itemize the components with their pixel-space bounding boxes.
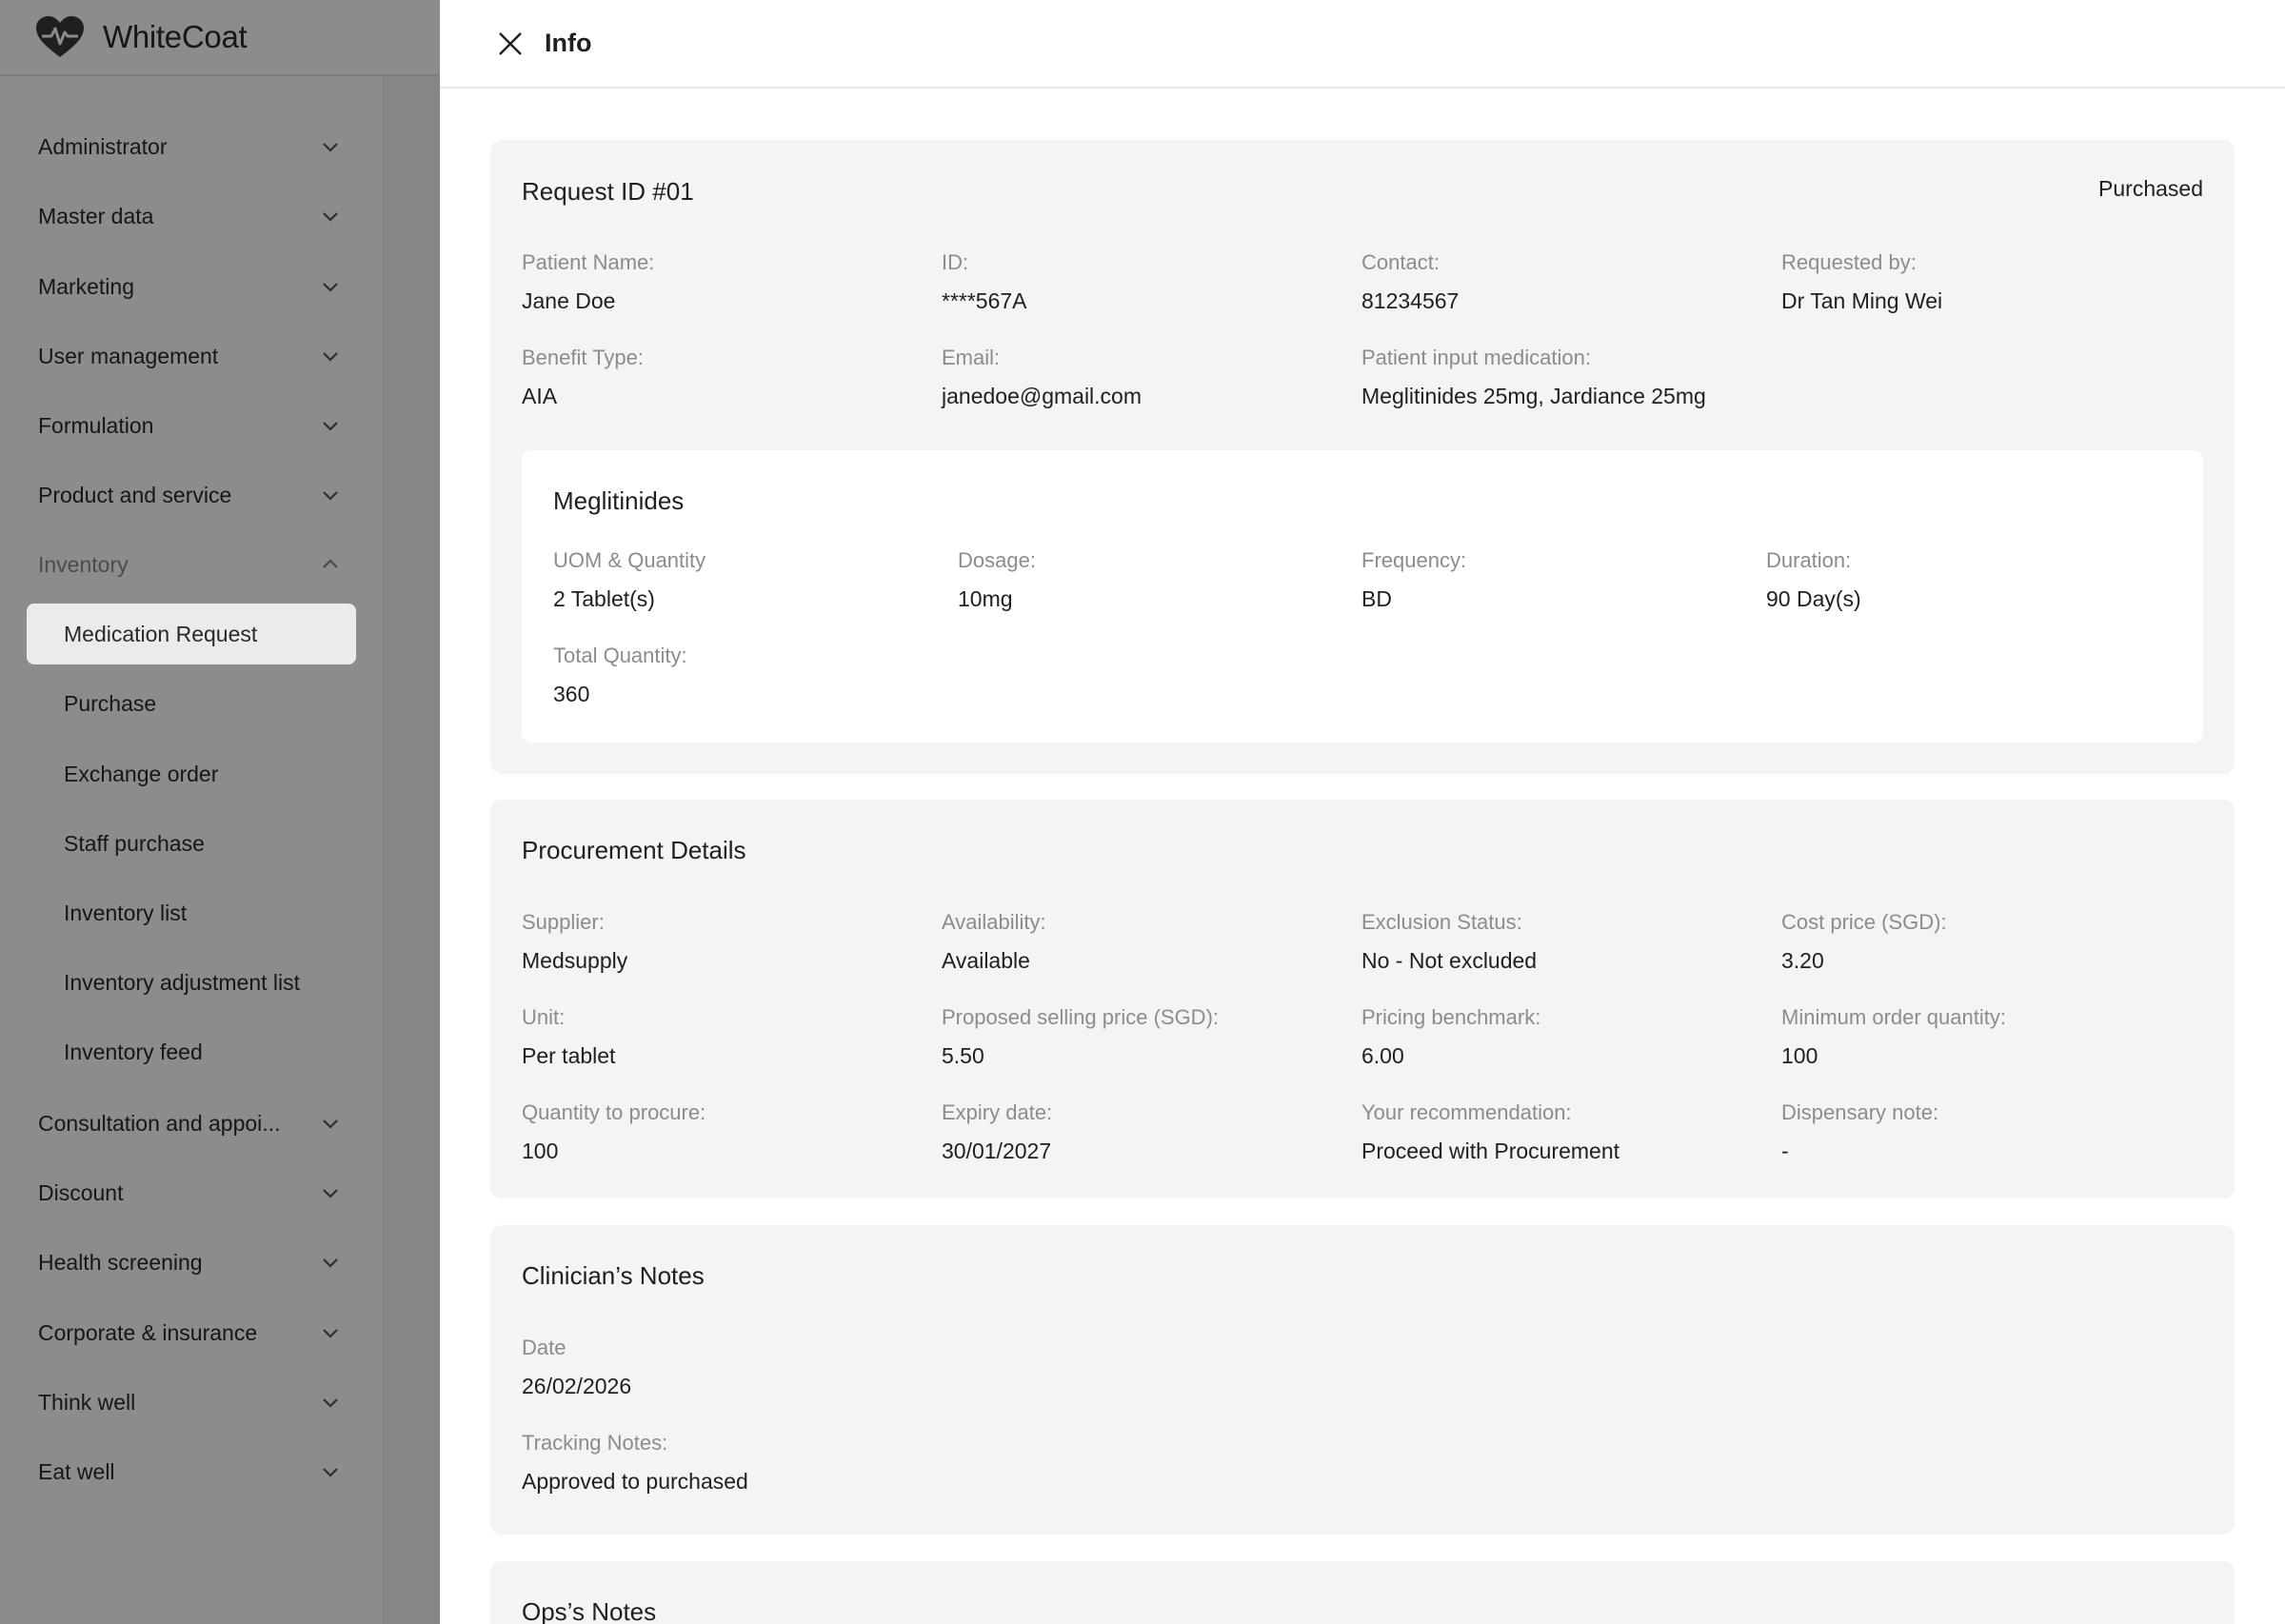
field-note-date: Date 26/02/2026 [522, 1335, 631, 1399]
field-value: 10mg [958, 586, 1013, 611]
sidebar-subitem-label: Medication Request [64, 621, 258, 646]
field-patient-input-medication: Patient input medication: Meglitinides 2… [1361, 345, 1706, 409]
field-value: Dr Tan Ming Wei [1781, 288, 1943, 313]
procurement-card: Procurement Details Supplier: Medsupply … [490, 800, 2235, 1198]
field-dosage: Dosage: 10mg [958, 547, 1036, 612]
field-value: Available [942, 948, 1030, 973]
field-label: Duration: [1766, 548, 1852, 572]
field-label: Dosage: [958, 548, 1036, 572]
field-minimum-order-quantity: Minimum order quantity: 100 [1781, 1004, 2006, 1069]
field-value: 3.20 [1781, 948, 1824, 973]
field-value: Meglitinides 25mg, Jardiance 25mg [1361, 384, 1706, 408]
field-label: Minimum order quantity: [1781, 1005, 2006, 1029]
close-icon [499, 31, 522, 55]
field-value: ****567A [942, 288, 1027, 313]
field-label: Patient Name: [522, 250, 655, 274]
field-label: Requested by: [1781, 250, 1917, 274]
request-card: Request ID #01 Purchased Patient Name: J… [490, 140, 2235, 774]
field-recommendation: Your recommendation: Proceed with Procur… [1361, 1099, 1619, 1164]
field-value: janedoe@gmail.com [942, 384, 1142, 408]
field-duration: Duration: 90 Day(s) [1766, 547, 1861, 612]
field-value: 100 [522, 1139, 559, 1163]
field-label: Frequency: [1361, 548, 1467, 572]
field-label: Patient input medication: [1361, 346, 1591, 369]
field-label: ID: [942, 250, 969, 274]
field-label: Availability: [942, 910, 1046, 934]
field-label: Tracking Notes: [522, 1431, 668, 1455]
ops-notes-title: Ops’s Notes [522, 1597, 657, 1624]
field-value: 360 [553, 682, 590, 706]
medication-card: Meglitinides UOM & Quantity 2 Tablet(s) … [522, 450, 2203, 743]
field-availability: Availability: Available [942, 909, 1046, 974]
field-expiry-date: Expiry date: 30/01/2027 [942, 1099, 1052, 1164]
field-value: 5.50 [942, 1043, 984, 1068]
field-cost-price: Cost price (SGD): 3.20 [1781, 909, 1947, 974]
field-label: Contact: [1361, 250, 1440, 274]
procurement-title: Procurement Details [522, 836, 746, 864]
field-value: 2 Tablet(s) [553, 586, 655, 611]
field-label: Email: [942, 346, 1001, 369]
field-dispensary-note: Dispensary note: - [1781, 1099, 1938, 1164]
field-value: - [1781, 1139, 1789, 1163]
field-value: Jane Doe [522, 288, 616, 313]
drawer-header: Info [440, 0, 2285, 89]
field-patient-name: Patient Name: Jane Doe [522, 249, 654, 314]
field-supplier: Supplier: Medsupply [522, 909, 627, 974]
field-value: Proceed with Procurement [1361, 1139, 1620, 1163]
info-drawer: Info Request ID #01 Purchased Patient Na… [440, 0, 2285, 1624]
field-value: Approved to purchased [522, 1469, 748, 1494]
field-total-quantity: Total Quantity: 360 [553, 643, 687, 707]
modal-backdrop[interactable] [0, 0, 440, 1624]
sidebar-subitem-medication-request[interactable]: Medication Request [0, 604, 383, 664]
field-uom-quantity: UOM & Quantity 2 Tablet(s) [553, 547, 705, 612]
field-frequency: Frequency: BD [1361, 547, 1466, 612]
request-title: Request ID #01 [522, 177, 694, 206]
field-quantity-to-procure: Quantity to procure: 100 [522, 1099, 705, 1164]
field-label: Dispensary note: [1781, 1100, 1939, 1124]
field-value: 100 [1781, 1043, 1818, 1068]
field-label: Expiry date: [942, 1100, 1053, 1124]
status-badge: Purchased [2098, 176, 2203, 201]
field-label: Total Quantity: [553, 644, 687, 667]
clinician-notes-card: Clinician’s Notes Date 26/02/2026 Tracki… [490, 1225, 2235, 1535]
drawer-title: Info [545, 29, 592, 57]
field-label: Your recommendation: [1361, 1100, 1572, 1124]
field-tracking-notes: Tracking Notes: Approved to purchased [522, 1430, 748, 1495]
field-label: Date [522, 1336, 566, 1359]
field-value: No - Not excluded [1361, 948, 1538, 973]
field-requested-by: Requested by: Dr Tan Ming Wei [1781, 249, 1942, 314]
field-label: Proposed selling price (SGD): [942, 1005, 1220, 1029]
ops-notes-card: Ops’s Notes [490, 1561, 2235, 1624]
field-value: 26/02/2026 [522, 1374, 632, 1398]
clinician-notes-title: Clinician’s Notes [522, 1261, 705, 1290]
field-value: Medsupply [522, 948, 628, 973]
field-value: Per tablet [522, 1043, 616, 1068]
field-value: BD [1361, 586, 1392, 611]
field-value: 90 Day(s) [1766, 586, 1861, 611]
field-label: Quantity to procure: [522, 1100, 706, 1124]
field-pricing-benchmark: Pricing benchmark: 6.00 [1361, 1004, 1540, 1069]
field-benefit-type: Benefit Type: AIA [522, 345, 644, 409]
field-label: Pricing benchmark: [1361, 1005, 1541, 1029]
field-unit: Unit: Per tablet [522, 1004, 615, 1069]
field-value: 30/01/2027 [942, 1139, 1052, 1163]
field-value: 6.00 [1361, 1043, 1404, 1068]
field-label: Benefit Type: [522, 346, 645, 369]
field-id: ID: ****567A [942, 249, 1027, 314]
field-value: AIA [522, 384, 558, 408]
close-button[interactable] [495, 29, 526, 59]
field-label: Unit: [522, 1005, 566, 1029]
field-email: Email: janedoe@gmail.com [942, 345, 1142, 409]
field-contact: Contact: 81234567 [1361, 249, 1459, 314]
field-label: Cost price (SGD): [1781, 910, 1947, 934]
medication-title: Meglitinides [553, 486, 685, 515]
field-value: 81234567 [1361, 288, 1460, 313]
field-label: Exclusion Status: [1361, 910, 1522, 934]
field-proposed-selling-price: Proposed selling price (SGD): 5.50 [942, 1004, 1219, 1069]
field-label: UOM & Quantity [553, 548, 706, 572]
field-exclusion-status: Exclusion Status: No - Not excluded [1361, 909, 1537, 974]
field-label: Supplier: [522, 910, 605, 934]
